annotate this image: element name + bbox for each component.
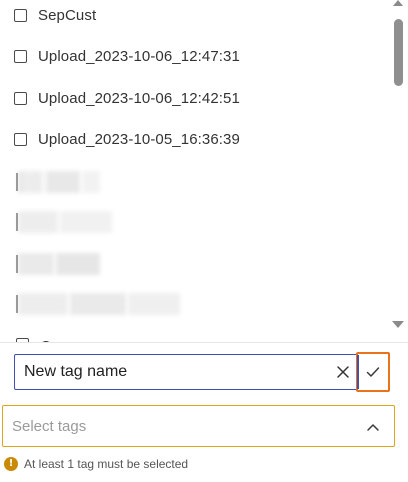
tag-options-list: SepCust Upload_2023-10-06_12:47:31 Uploa… <box>0 0 408 342</box>
scrollbar-thumb[interactable] <box>394 19 403 86</box>
tag-option-checkbox[interactable] <box>14 132 27 146</box>
scroll-up-arrow-icon[interactable] <box>393 0 403 6</box>
select-tags-dropdown[interactable]: Select tags <box>2 405 395 447</box>
tag-option-checkbox[interactable] <box>14 49 27 63</box>
redacted-tag-option[interactable] <box>16 293 186 315</box>
chevron-up-icon[interactable] <box>366 420 380 434</box>
new-tag-row <box>0 342 408 403</box>
tag-option[interactable]: SepCust <box>14 4 96 26</box>
tag-option[interactable]: Upload_2023-10-06_12:47:31 <box>14 45 240 67</box>
tag-option-label: Upload_2023-10-06_12:42:51 <box>38 89 240 107</box>
select-tags-placeholder: Select tags <box>12 418 87 435</box>
tag-option[interactable]: Upload_2023-10-05_16:36:39 <box>14 128 240 150</box>
validation-message: ! At least 1 tag must be selected <box>4 456 188 472</box>
tag-option[interactable]: Upload_2023-10-06_12:42:51 <box>14 87 240 109</box>
close-icon <box>337 366 349 378</box>
warning-icon: ! <box>4 457 18 471</box>
checkmark-icon <box>366 367 380 377</box>
tag-option-partial[interactable]: C <box>14 334 214 342</box>
new-tag-input[interactable] <box>15 363 324 381</box>
confirm-new-tag-button[interactable] <box>356 352 390 392</box>
tag-option-label: Upload_2023-10-05_16:36:39 <box>38 130 240 148</box>
tag-option-label: SepCust <box>38 6 97 24</box>
tag-option-checkbox[interactable] <box>14 8 27 22</box>
tag-option-label: Upload_2023-10-06_12:47:31 <box>38 47 240 65</box>
new-tag-field <box>14 354 357 390</box>
tag-option-checkbox[interactable] <box>14 91 27 105</box>
scroll-down-arrow-icon[interactable] <box>392 321 404 328</box>
validation-text: At least 1 tag must be selected <box>24 457 189 471</box>
redacted-tag-option[interactable] <box>16 171 106 193</box>
redacted-tag-option[interactable] <box>16 211 116 233</box>
redacted-tag-option[interactable] <box>16 253 106 275</box>
list-scrollbar[interactable] <box>388 0 408 342</box>
clear-input-button[interactable] <box>333 362 353 382</box>
